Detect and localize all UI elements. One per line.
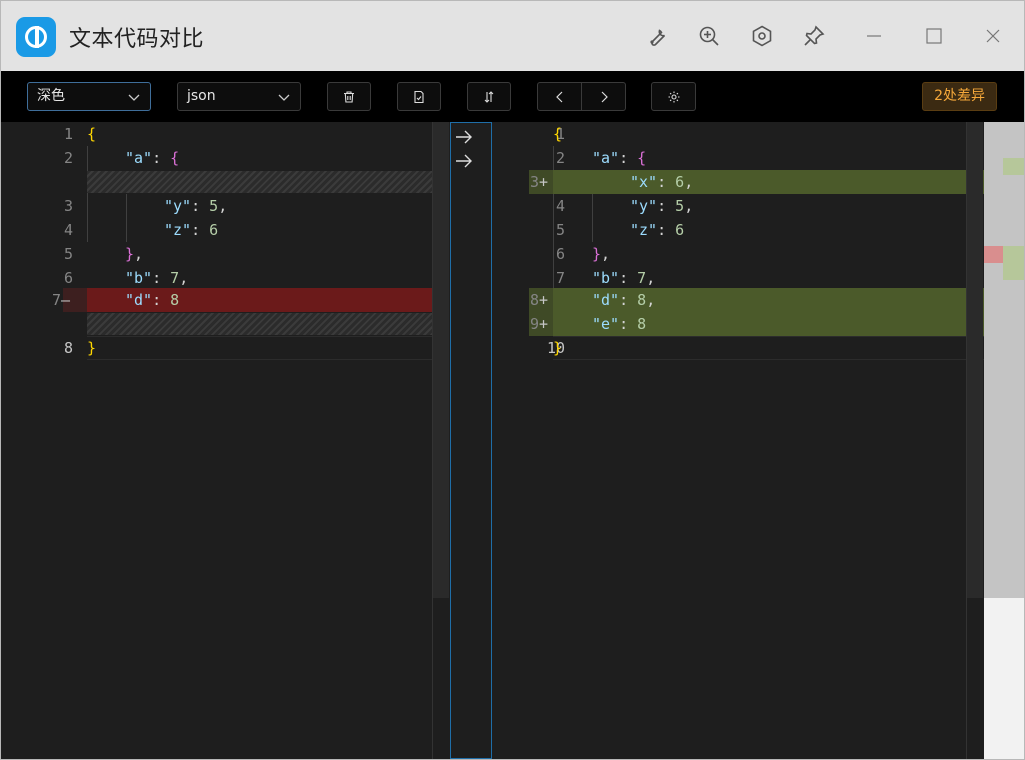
line-number: 3 <box>529 173 539 191</box>
code-line: "b": 7, <box>592 269 656 287</box>
line-number: 5 <box>63 245 73 263</box>
chevron-right-icon <box>601 91 608 102</box>
current-line <box>87 336 449 360</box>
clear-button[interactable] <box>327 82 371 111</box>
settings-button[interactable] <box>651 82 696 111</box>
blank-placeholder-line <box>87 313 449 335</box>
code-line: "x": 6, <box>630 173 694 191</box>
blank-placeholder-line <box>87 171 449 193</box>
overview-added-mark <box>1003 246 1024 280</box>
added-marker: + <box>539 315 549 333</box>
code-line: "z": 6 <box>630 221 685 239</box>
overview-deleted-mark <box>984 246 1003 263</box>
save-check-icon <box>414 90 424 103</box>
right-scrollbar[interactable] <box>967 122 983 598</box>
chevron-left-icon <box>555 91 562 102</box>
diff-overview-ruler[interactable] <box>984 122 1024 759</box>
code-line: "z": 6 <box>164 221 219 239</box>
code-line: { <box>553 125 563 143</box>
merge-column <box>450 122 492 759</box>
code-line: "a": { <box>592 149 647 167</box>
arrow-right-icon[interactable] <box>453 128 475 146</box>
chevron-down-icon <box>128 94 140 101</box>
line-number: 1 <box>63 125 73 143</box>
line-number: 8 <box>63 339 73 357</box>
diff-count-badge[interactable]: 2处差异 <box>922 82 997 111</box>
chevron-down-icon <box>278 94 290 101</box>
swap-vertical-icon <box>484 90 494 103</box>
left-editor[interactable]: 1 { 2 "a": { 3 "y": 5, 4 "z": 6 5 }, 6 "… <box>1 122 449 759</box>
code-line: "y": 5, <box>630 197 694 215</box>
minimize-icon[interactable] <box>859 21 889 51</box>
line-number: 4 <box>555 197 565 215</box>
right-editor[interactable]: 1 { 2 "a": { 3 + "x": 6, 4 "y": 5, 5 "z"… <box>493 122 984 759</box>
code-line: } <box>87 339 97 357</box>
current-line <box>553 336 984 360</box>
save-button[interactable] <box>397 82 441 111</box>
line-number: 3 <box>63 197 73 215</box>
language-select-value: json <box>187 88 216 104</box>
line-number: 4 <box>63 221 73 239</box>
added-marker: + <box>539 291 549 309</box>
added-marker: + <box>539 173 549 191</box>
wrench-icon[interactable] <box>642 21 672 51</box>
maximize-icon[interactable] <box>919 21 949 51</box>
close-icon[interactable] <box>978 21 1008 51</box>
next-diff-button[interactable] <box>581 82 626 111</box>
line-number: 6 <box>555 245 565 263</box>
code-line: }, <box>592 245 611 263</box>
pin-icon[interactable] <box>799 21 829 51</box>
line-number: 7 <box>51 291 61 309</box>
code-line: "e": 8 <box>592 315 647 333</box>
line-number: 7 <box>555 269 565 287</box>
title-bar: 文本代码对比 <box>1 1 1024 71</box>
deleted-marker: — <box>61 291 71 309</box>
code-line: }, <box>125 245 144 263</box>
left-scrollbar[interactable] <box>433 122 449 598</box>
line-number: 9 <box>529 315 539 333</box>
swap-button[interactable] <box>467 82 511 111</box>
app-title: 文本代码对比 <box>69 27 205 52</box>
app-window: 文本代码对比 深色 json 2处差异 1 {2 "a": {3 "y": … <box>0 0 1025 760</box>
zoom-in-icon[interactable] <box>694 21 724 51</box>
trash-icon <box>344 90 354 103</box>
theme-select-value: 深色 <box>37 88 65 104</box>
code-line: { <box>87 125 97 143</box>
code-line: } <box>553 339 563 357</box>
line-number: 8 <box>529 291 539 309</box>
hexagon-settings-icon[interactable] <box>747 21 777 51</box>
theme-select[interactable]: 深色 <box>27 82 151 111</box>
code-line: "b": 7, <box>125 269 189 287</box>
code-line: "d": 8, <box>592 291 656 309</box>
app-logo <box>16 17 56 57</box>
line-number: 6 <box>63 269 73 287</box>
line-number: 2 <box>555 149 565 167</box>
arrow-right-icon[interactable] <box>453 152 475 170</box>
code-line: "a": { <box>125 149 180 167</box>
added-line-highlight <box>553 170 984 194</box>
prev-diff-button[interactable] <box>537 82 582 111</box>
code-line: "d": 8 <box>125 291 180 309</box>
gear-icon <box>668 91 679 102</box>
toolbar: 深色 json 2处差异 <box>1 71 1024 122</box>
code-line: "y": 5, <box>164 197 228 215</box>
line-number: 2 <box>63 149 73 167</box>
line-number: 5 <box>555 221 565 239</box>
overview-added-mark <box>1003 158 1024 175</box>
language-select[interactable]: json <box>177 82 301 111</box>
